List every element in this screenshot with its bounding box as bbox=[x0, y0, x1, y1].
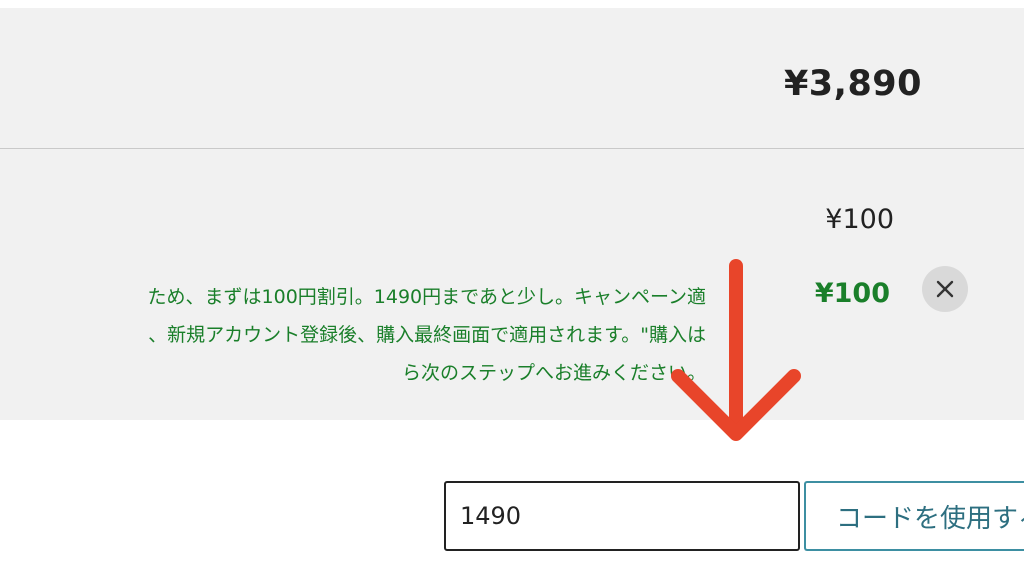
order-total: ¥3,890 bbox=[783, 64, 922, 104]
discount-amount: ¥100 bbox=[814, 278, 890, 309]
promo-code-input[interactable] bbox=[444, 481, 800, 551]
arrow-down-icon bbox=[671, 259, 801, 441]
discount-original-price: ¥100 bbox=[825, 204, 894, 235]
apply-code-button[interactable]: コードを使用する bbox=[804, 481, 1024, 551]
promo-message-line: ら次のステップへお進みください。 bbox=[401, 362, 706, 384]
promo-message: ため、まずは100円割引。1490円まであと少し。キャンペーン適 、新規アカウン… bbox=[0, 278, 706, 392]
order-summary-panel: ¥3,890 ¥100 ため、まずは100円割引。1490円まであと少し。キャン… bbox=[0, 8, 1024, 420]
promo-message-line: ため、まずは100円割引。1490円まであと少し。キャンペーン適 bbox=[147, 286, 706, 308]
close-icon bbox=[936, 280, 954, 298]
remove-discount-button[interactable] bbox=[922, 266, 968, 312]
summary-divider bbox=[0, 148, 1024, 149]
promo-message-line: 、新規アカウント登録後、購入最終画面で適用されます。"購入は bbox=[148, 324, 706, 346]
